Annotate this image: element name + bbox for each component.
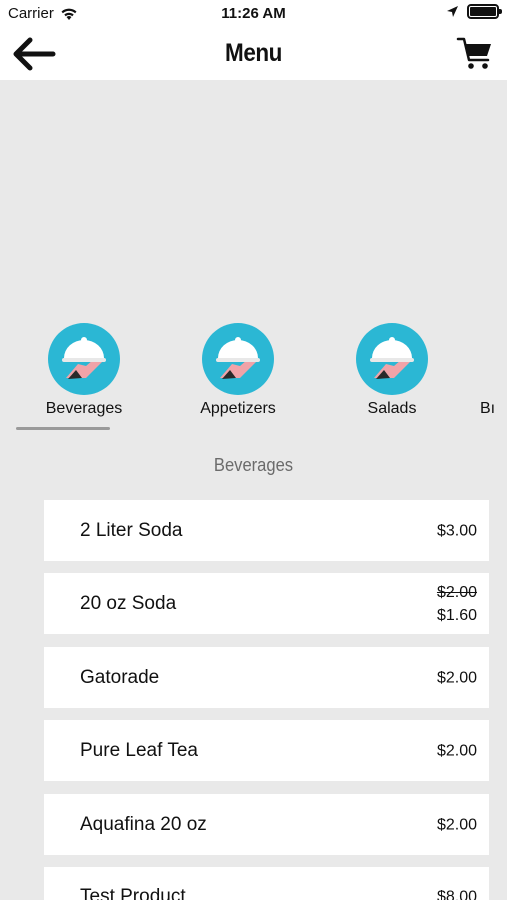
- category-carousel[interactable]: Beverages Appetizers Salads Bı: [0, 320, 507, 435]
- cloche-icon: [356, 323, 428, 395]
- section-title: Beverages: [213, 455, 294, 475]
- menu-item[interactable]: Gatorade $2.00: [44, 647, 489, 708]
- menu-item[interactable]: Pure Leaf Tea $2.00: [44, 720, 489, 781]
- category-label: Appetizers: [200, 400, 276, 417]
- category-label: Bı: [480, 400, 496, 417]
- item-price: $2.00: [436, 669, 477, 686]
- menu-item[interactable]: 20 oz Soda $2.00 $1.60: [44, 573, 489, 634]
- status-time: 11:26 AM: [221, 5, 286, 22]
- menu-item[interactable]: Test Product $8.00: [44, 867, 489, 900]
- page-title: Menu: [225, 39, 282, 67]
- category-salads[interactable]: Salads: [332, 320, 452, 418]
- cloche-icon: [202, 323, 274, 395]
- item-price: $1.60: [436, 606, 477, 624]
- cart-button[interactable]: [453, 34, 497, 74]
- item-name: Aquafina 20 oz: [80, 813, 207, 835]
- battery-icon: [467, 4, 502, 19]
- item-name: 2 Liter Soda: [80, 519, 183, 541]
- status-bar: Carrier 11:26 AM: [0, 0, 507, 28]
- item-name: 20 oz Soda: [80, 592, 177, 614]
- location-arrow-icon: [447, 6, 458, 17]
- item-original-price: $2.00: [436, 583, 477, 601]
- menu-item[interactable]: Aquafina 20 oz $2.00: [44, 794, 489, 855]
- category-label: Salads: [367, 400, 417, 417]
- item-price-group: $2.00 $1.60: [437, 581, 477, 627]
- item-name: Pure Leaf Tea: [80, 739, 198, 761]
- item-price: $8.00: [436, 888, 477, 900]
- status-right: [446, 4, 502, 19]
- category-partial[interactable]: Bı: [480, 320, 507, 418]
- cloche-icon: [48, 323, 120, 395]
- item-price: $2.00: [436, 742, 477, 759]
- item-price: $3.00: [436, 522, 477, 539]
- selected-category-indicator: [16, 427, 110, 430]
- category-label: Beverages: [45, 400, 123, 417]
- item-price: $2.00: [436, 816, 477, 833]
- menu-item[interactable]: 2 Liter Soda $3.00: [44, 500, 489, 561]
- shopping-cart-icon: [456, 37, 491, 69]
- item-name: Test Product: [80, 886, 186, 900]
- category-beverages[interactable]: Beverages: [24, 320, 144, 418]
- item-name: Gatorade: [80, 666, 160, 688]
- promo-banner: [0, 80, 507, 310]
- category-appetizers[interactable]: Appetizers: [178, 320, 298, 418]
- nav-bar: Menu: [0, 28, 507, 80]
